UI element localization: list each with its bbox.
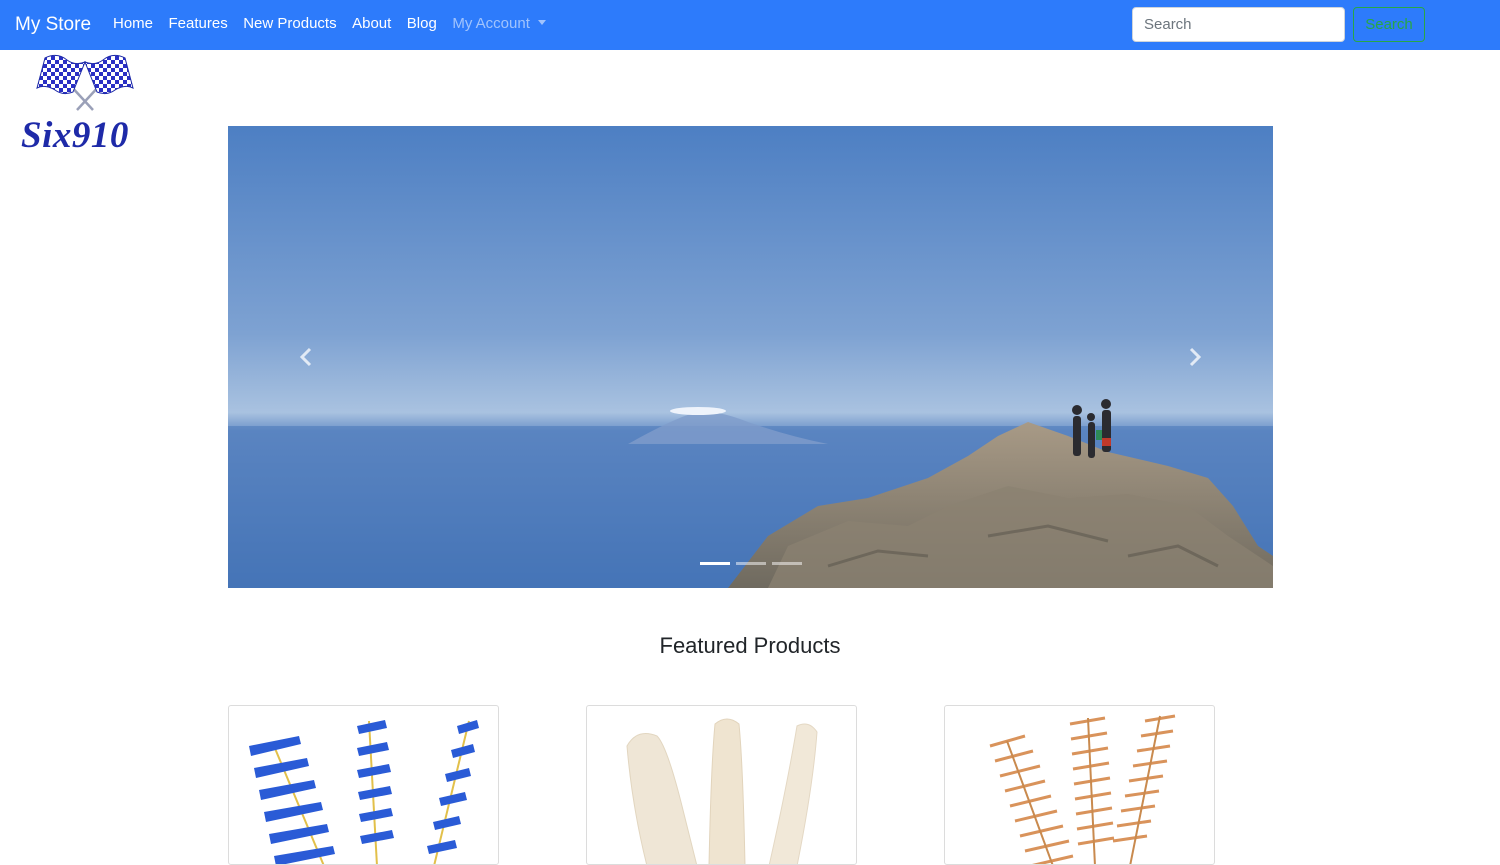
search-input[interactable] bbox=[1132, 7, 1345, 42]
brand-link[interactable]: My Store bbox=[15, 13, 91, 37]
logo-text: Six910 bbox=[21, 115, 129, 156]
nav-link-home[interactable]: Home bbox=[113, 15, 153, 33]
carousel-indicator[interactable] bbox=[771, 562, 802, 565]
product-image[interactable] bbox=[945, 706, 1215, 865]
nav-link-about[interactable]: About bbox=[352, 15, 391, 33]
hero-carousel bbox=[228, 126, 1273, 588]
product-card[interactable] bbox=[228, 705, 499, 865]
my-account-label: My Account bbox=[452, 15, 530, 32]
featured-products-heading: Featured Products bbox=[659, 633, 841, 658]
nav-link-features[interactable]: Features bbox=[169, 15, 228, 33]
carousel-indicator[interactable] bbox=[699, 562, 730, 565]
nav-link-new-products[interactable]: New Products bbox=[243, 15, 336, 33]
product-card[interactable] bbox=[586, 705, 857, 865]
my-account-dropdown[interactable]: My Account bbox=[452, 15, 546, 33]
product-card[interactable] bbox=[944, 705, 1215, 865]
search-button[interactable]: Search bbox=[1353, 7, 1425, 42]
product-image[interactable] bbox=[229, 706, 499, 865]
nav-link-blog[interactable]: Blog bbox=[407, 15, 437, 33]
caret-down-icon bbox=[537, 20, 546, 25]
store-logo[interactable]: Six910 bbox=[15, 52, 155, 156]
chevron-right-icon bbox=[1189, 347, 1202, 367]
carousel-indicators bbox=[228, 562, 1273, 565]
checkered-flags-icon bbox=[36, 54, 134, 111]
carousel-prev-button[interactable] bbox=[228, 126, 384, 588]
top-navbar: My Store Home Features New Products Abou… bbox=[0, 0, 1500, 50]
nav-links: Home Features New Products About Blog My… bbox=[113, 15, 561, 33]
carousel-indicator[interactable] bbox=[735, 562, 766, 565]
product-image[interactable] bbox=[587, 706, 857, 865]
chevron-left-icon bbox=[299, 347, 312, 367]
carousel-next-button[interactable] bbox=[1117, 126, 1273, 588]
